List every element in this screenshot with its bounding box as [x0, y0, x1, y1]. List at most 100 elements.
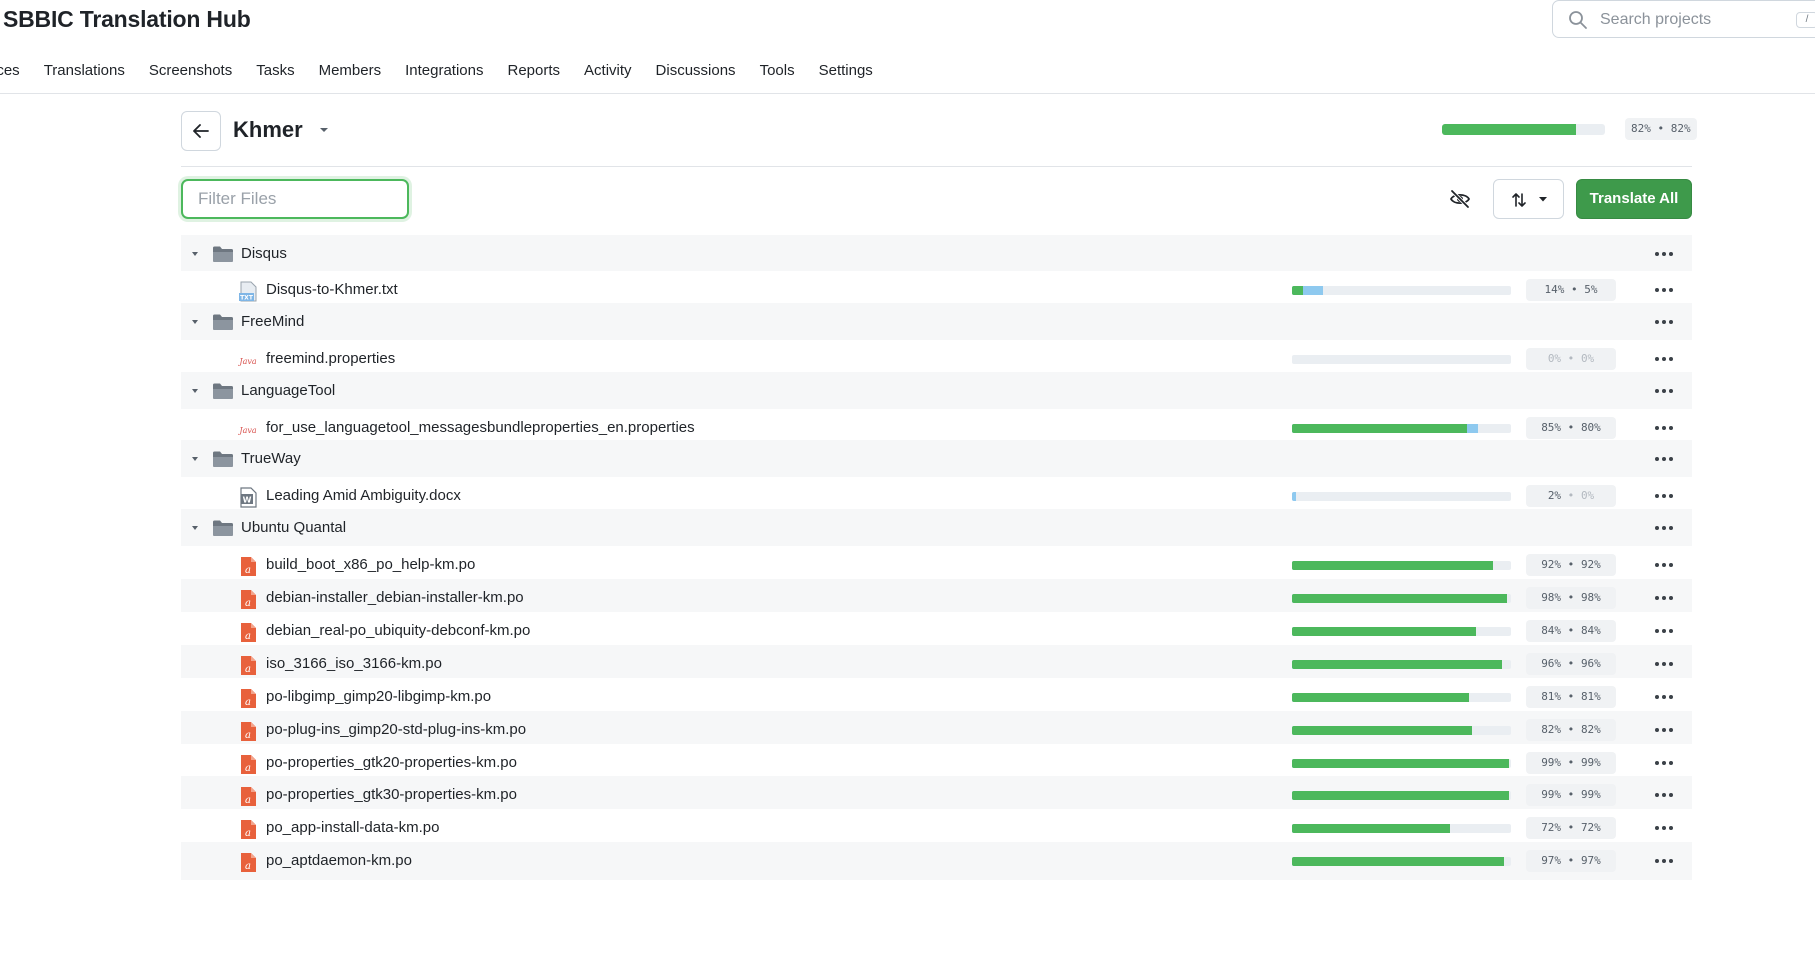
file-name[interactable]: po-plug-ins_gimp20-std-plug-ins-km.po — [266, 721, 526, 739]
approved-percent: 96% — [1580, 657, 1601, 670]
more-options-button[interactable] — [1651, 590, 1677, 606]
search-input[interactable] — [1600, 7, 1790, 33]
nav-item-translations[interactable]: Translations — [44, 58, 125, 84]
java-file-icon: Java — [237, 419, 258, 440]
svg-text:a: a — [245, 861, 251, 872]
po-file-icon: a — [238, 754, 258, 775]
svg-text:a: a — [245, 795, 251, 806]
file-progress-label: 2% • 0% — [1526, 485, 1616, 507]
nav-item-screenshots[interactable]: Screenshots — [149, 58, 232, 84]
chevron-down-icon[interactable] — [189, 523, 201, 533]
folder-name: Disqus — [241, 245, 287, 262]
file-name[interactable]: Disqus-to-Khmer.txt — [266, 281, 398, 299]
more-options-button[interactable] — [1651, 282, 1677, 298]
nav-item-activity[interactable]: Activity — [584, 58, 632, 84]
translated-percent: 84% — [1541, 624, 1562, 637]
file-name[interactable]: debian_real-po_ubiquity-debconf-km.po — [266, 622, 530, 640]
more-options-button[interactable] — [1651, 689, 1677, 705]
more-options-button[interactable] — [1651, 787, 1677, 803]
more-options-button[interactable] — [1651, 623, 1677, 639]
nav-item-reports[interactable]: Reports — [507, 58, 560, 84]
arrow-left-icon — [193, 124, 209, 138]
file-progress-bar — [1292, 824, 1511, 833]
more-options-button[interactable] — [1651, 656, 1677, 672]
nav-item-tools[interactable]: Tools — [760, 58, 795, 84]
chevron-down-icon[interactable] — [189, 249, 201, 259]
svg-text:W: W — [243, 496, 252, 505]
percent-separator: • — [1561, 558, 1581, 571]
folder-name: Ubuntu Quantal — [241, 519, 347, 536]
nav-item-members[interactable]: Members — [319, 58, 382, 84]
sort-button[interactable] — [1493, 179, 1564, 219]
file-name[interactable]: po-properties_gtk30-properties-km.po — [266, 786, 517, 804]
app-title: SBBIC Translation Hub — [3, 6, 251, 32]
file-name[interactable]: freemind.properties — [266, 350, 395, 368]
nav-item-tasks[interactable]: Tasks — [256, 58, 294, 84]
more-options-button[interactable] — [1651, 853, 1677, 869]
nav-item-urces[interactable]: urces — [0, 58, 20, 84]
translated-percent: 14% — [1544, 283, 1565, 296]
language-progress-label: 82% • 82% — [1625, 118, 1697, 140]
file-name[interactable]: debian-installer_debian-installer-km.po — [266, 589, 524, 607]
folder-row[interactable]: Disqus — [181, 235, 1692, 273]
po-file-icon: a — [238, 819, 258, 840]
po-file-icon: a — [238, 622, 258, 643]
top-header: SBBIC Translation Hub / urces Translation… — [0, 0, 1815, 94]
chevron-down-icon[interactable] — [189, 386, 201, 396]
file-progress-label: 92% • 92% — [1526, 554, 1616, 576]
search-box[interactable]: / — [1552, 0, 1815, 38]
nav-item-integrations[interactable]: Integrations — [405, 58, 483, 84]
file-name[interactable]: po_app-install-data-km.po — [266, 819, 439, 837]
file-name[interactable]: po_aptdaemon-km.po — [266, 852, 412, 870]
approved-percent: 82% — [1580, 723, 1601, 736]
folder-row[interactable]: FreeMind — [181, 303, 1692, 341]
percent-separator: • — [1561, 624, 1581, 637]
chevron-down-icon[interactable] — [189, 454, 201, 464]
file-name[interactable]: iso_3166_iso_3166-km.po — [266, 655, 442, 673]
file-progress-bar — [1292, 759, 1511, 768]
svg-text:a: a — [245, 598, 251, 609]
file-name[interactable]: po-libgimp_gimp20-libgimp-km.po — [266, 688, 491, 706]
svg-text:a: a — [245, 631, 251, 642]
file-progress-bar — [1292, 492, 1511, 501]
file-name[interactable]: po-properties_gtk20-properties-km.po — [266, 754, 517, 772]
folder-name: TrueWay — [241, 450, 301, 467]
approved-percent: 97% — [1580, 854, 1601, 867]
more-options-button[interactable] — [1651, 820, 1677, 836]
more-options-button[interactable] — [1651, 755, 1677, 771]
more-options-button[interactable] — [1651, 351, 1677, 367]
more-options-button[interactable] — [1651, 420, 1677, 436]
percent-separator: • — [1564, 283, 1585, 296]
nav-item-settings[interactable]: Settings — [819, 58, 873, 84]
nav-item-discussions[interactable]: Discussions — [656, 58, 736, 84]
percent-separator: • — [1561, 854, 1581, 867]
file-progress-bar — [1292, 286, 1511, 295]
filter-files-input[interactable] — [181, 179, 409, 219]
more-options-button[interactable] — [1651, 722, 1677, 738]
more-options-button[interactable] — [1651, 520, 1677, 536]
chevron-down-icon[interactable] — [189, 317, 201, 327]
language-dropdown-caret-icon[interactable] — [316, 125, 332, 135]
file-name[interactable]: Leading Amid Ambiguity.docx — [266, 487, 461, 505]
svg-text:a: a — [245, 565, 251, 576]
back-button[interactable] — [181, 111, 221, 151]
folder-row[interactable]: LanguageTool — [181, 372, 1692, 410]
translate-all-button[interactable]: Translate All — [1576, 179, 1692, 219]
file-row[interactable]: a po_aptdaemon-km.po 97% • 97% — [181, 842, 1692, 880]
file-name[interactable]: for_use_languagetool_messagesbundleprope… — [266, 419, 695, 437]
more-options-button[interactable] — [1651, 451, 1677, 467]
translated-percent: 0% — [1547, 352, 1562, 365]
more-options-button[interactable] — [1651, 383, 1677, 399]
more-options-button[interactable] — [1651, 314, 1677, 330]
more-options-button[interactable] — [1651, 246, 1677, 262]
file-progress-bar — [1292, 693, 1511, 702]
file-progress-bar — [1292, 355, 1511, 364]
eye-off-icon — [1449, 189, 1471, 209]
more-options-button[interactable] — [1651, 488, 1677, 504]
more-options-button[interactable] — [1651, 557, 1677, 573]
hide-completed-button[interactable] — [1443, 184, 1477, 214]
folder-row[interactable]: Ubuntu Quantal — [181, 509, 1692, 547]
file-name[interactable]: build_boot_x86_po_help-km.po — [266, 556, 475, 574]
file-progress-label: 14% • 5% — [1526, 279, 1616, 301]
folder-row[interactable]: TrueWay — [181, 440, 1692, 478]
